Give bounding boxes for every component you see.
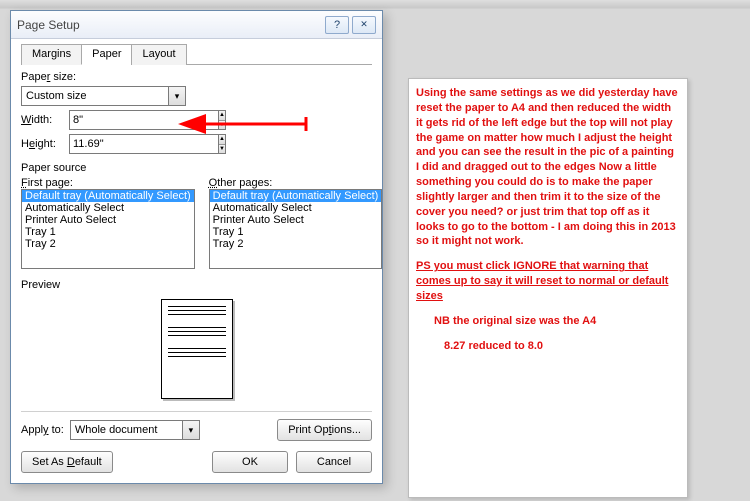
close-button[interactable]: [352, 16, 376, 34]
list-item[interactable]: Automatically Select: [210, 202, 382, 214]
width-label: Width:: [21, 114, 69, 126]
note-nb1: NB the original size was the A4: [416, 314, 680, 329]
preview-area: [21, 294, 372, 404]
tab-strip: Margins Paper Layout: [21, 43, 372, 65]
page-setup-dialog: Page Setup Margins Paper Layout Paper si…: [10, 10, 383, 484]
first-page-label: First page:: [21, 177, 195, 189]
width-input[interactable]: [69, 110, 219, 130]
note-ps: PS you must click IGNORE that warning th…: [416, 259, 680, 304]
tab-margins[interactable]: Margins: [21, 44, 82, 65]
height-spinner[interactable]: ▲▼: [69, 134, 164, 154]
list-item[interactable]: Tray 2: [22, 238, 194, 250]
height-spin-buttons[interactable]: ▲▼: [219, 134, 226, 154]
tab-paper[interactable]: Paper: [81, 44, 132, 65]
tab-layout[interactable]: Layout: [131, 44, 186, 65]
paper-size-combo[interactable]: Custom size: [21, 86, 186, 106]
titlebar[interactable]: Page Setup: [11, 11, 382, 39]
print-options-button[interactable]: Print Options...: [277, 419, 372, 441]
cancel-button[interactable]: Cancel: [296, 451, 372, 473]
list-item[interactable]: Tray 1: [22, 226, 194, 238]
list-item[interactable]: Tray 2: [210, 238, 382, 250]
set-as-default-button[interactable]: Set As Default: [21, 451, 113, 473]
list-item[interactable]: Automatically Select: [22, 202, 194, 214]
dialog-title: Page Setup: [17, 18, 322, 32]
list-item[interactable]: Default tray (Automatically Select): [22, 190, 194, 202]
first-page-listbox[interactable]: Default tray (Automatically Select) Auto…: [21, 189, 195, 269]
apply-to-combo[interactable]: Whole document: [70, 420, 200, 440]
page-preview-icon: [161, 299, 233, 399]
preview-label: Preview: [21, 279, 372, 291]
paper-source-label: Paper source: [21, 162, 372, 174]
paper-size-select[interactable]: Custom size: [21, 86, 169, 106]
list-item[interactable]: Printer Auto Select: [22, 214, 194, 226]
ok-button[interactable]: OK: [212, 451, 288, 473]
width-spinner[interactable]: ▲▼: [69, 110, 164, 130]
help-button[interactable]: [325, 16, 349, 34]
other-pages-listbox[interactable]: Default tray (Automatically Select) Auto…: [209, 189, 383, 269]
height-label: Height:: [21, 138, 69, 150]
apply-to-label: Apply to:: [21, 424, 64, 436]
height-input[interactable]: [69, 134, 219, 154]
list-item[interactable]: Tray 1: [210, 226, 382, 238]
chevron-down-icon[interactable]: [183, 420, 200, 440]
chevron-down-icon[interactable]: [169, 86, 186, 106]
annotation-note: Using the same settings as we did yester…: [408, 78, 688, 498]
paper-size-label: Paper size:: [21, 71, 372, 83]
width-spin-buttons[interactable]: ▲▼: [219, 110, 226, 130]
list-item[interactable]: Default tray (Automatically Select): [210, 190, 382, 202]
list-item[interactable]: Printer Auto Select: [210, 214, 382, 226]
note-nb2: 8.27 reduced to 8.0: [416, 339, 680, 354]
apply-to-select[interactable]: Whole document: [70, 420, 183, 440]
other-pages-label: Other pages:: [209, 177, 383, 189]
note-body: Using the same settings as we did yester…: [416, 86, 680, 249]
